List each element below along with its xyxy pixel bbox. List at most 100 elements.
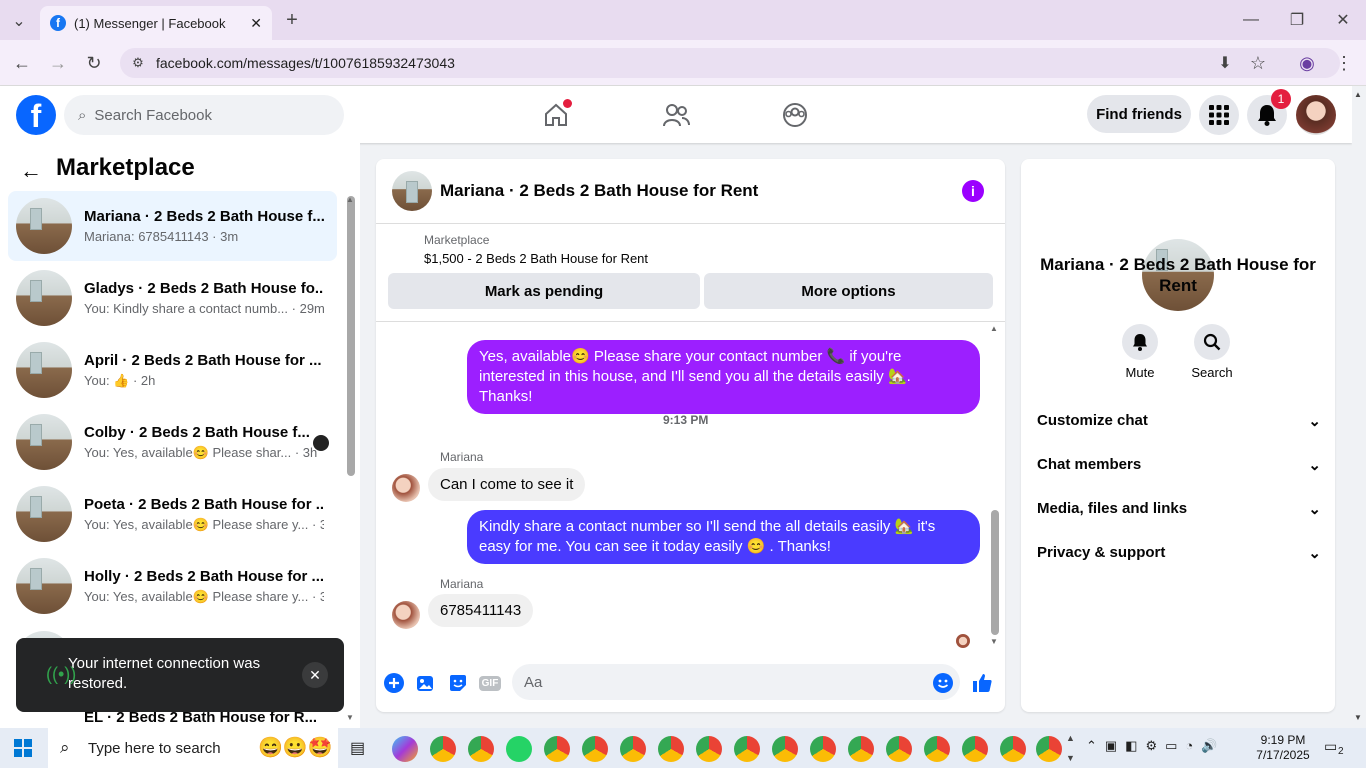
emoji-search-highlight-icon[interactable]: 😄😀🤩 bbox=[258, 735, 333, 760]
conversation-name: Colby · 2 Beds 2 Bath House f... bbox=[84, 423, 310, 441]
scroll-down-arrow-icon[interactable]: ▼ bbox=[346, 713, 354, 722]
site-info-icon[interactable]: ⚙ bbox=[128, 53, 148, 73]
chrome-window-icon[interactable] bbox=[1000, 736, 1026, 762]
thumbs-up-icon[interactable] bbox=[971, 672, 993, 694]
divider bbox=[376, 321, 1005, 322]
chat-title[interactable]: Mariana · 2 Beds 2 Bath House for Rent bbox=[440, 181, 758, 201]
chrome-window-icon[interactable] bbox=[468, 736, 494, 762]
customize-chat-row[interactable]: Customize chat ⌄ bbox=[1037, 412, 1321, 430]
groups-icon[interactable] bbox=[780, 100, 810, 130]
friends-icon[interactable] bbox=[661, 100, 691, 130]
page-scrollbar[interactable] bbox=[1352, 86, 1366, 728]
whatsapp-icon[interactable] bbox=[506, 736, 532, 762]
system-tray-icons[interactable]: ⌃▣◧⚙▭◔🔊 bbox=[1086, 738, 1225, 754]
chat-scroll-down-icon[interactable]: ▼ bbox=[990, 637, 998, 646]
incoming-message[interactable]: 6785411143 bbox=[428, 594, 534, 627]
chrome-window-icon[interactable] bbox=[810, 736, 836, 762]
media-files-links-row[interactable]: Media, files and links ⌄ bbox=[1037, 500, 1321, 518]
notification-center-icon[interactable]: ▭ bbox=[1324, 738, 1337, 755]
message-input[interactable]: Aa bbox=[512, 664, 960, 700]
new-tab-icon[interactable]: + bbox=[282, 9, 302, 31]
back-arrow-icon[interactable]: ← bbox=[20, 158, 42, 184]
outgoing-message[interactable]: Kindly share a contact number so I'll se… bbox=[467, 510, 980, 564]
search-in-chat-icon[interactable] bbox=[1194, 324, 1230, 360]
back-icon[interactable]: ← bbox=[10, 52, 34, 74]
listing-title-price[interactable]: $1,500 - 2 Beds 2 Bath House for Rent bbox=[424, 251, 648, 266]
chat-scroll-up-icon[interactable]: ▲ bbox=[990, 324, 998, 333]
bookmark-star-icon[interactable]: ☆ bbox=[1247, 52, 1269, 74]
details-title: Mariana · 2 Beds 2 Bath House for Rent bbox=[1040, 255, 1316, 295]
conversation-info-icon[interactable]: i bbox=[962, 180, 984, 202]
chrome-window-icon[interactable] bbox=[620, 736, 646, 762]
chrome-window-icon[interactable] bbox=[772, 736, 798, 762]
minimize-icon[interactable]: — bbox=[1240, 9, 1262, 31]
conversation-item[interactable]: Colby · 2 Beds 2 Bath House f... You: Yes… bbox=[8, 407, 337, 477]
facebook-search-input[interactable]: ⌕ Search Facebook bbox=[64, 95, 344, 135]
conversation-item[interactable]: Gladys · 2 Beds 2 Bath House fo... You: K… bbox=[8, 263, 337, 333]
more-options-button[interactable]: More options bbox=[704, 273, 993, 309]
mark-as-pending-button[interactable]: Mark as pending bbox=[388, 273, 700, 309]
account-avatar[interactable] bbox=[1296, 95, 1336, 135]
tab-close-icon[interactable]: ✕ bbox=[250, 15, 262, 32]
chrome-window-icon[interactable] bbox=[924, 736, 950, 762]
task-view-icon[interactable]: ▤ bbox=[350, 738, 365, 758]
chat-members-row[interactable]: Chat members ⌄ bbox=[1037, 456, 1321, 474]
clock-time: 9:19 PM bbox=[1260, 733, 1306, 747]
url-bar[interactable]: facebook.com/messages/t/1007618593247304… bbox=[120, 48, 1340, 78]
profile-icon[interactable]: ◉ bbox=[1296, 52, 1318, 74]
chrome-window-icon[interactable] bbox=[734, 736, 760, 762]
gif-icon[interactable]: GIF bbox=[478, 672, 502, 694]
row-label: Privacy & support bbox=[1037, 544, 1166, 561]
emoji-icon[interactable] bbox=[932, 672, 954, 694]
install-app-icon[interactable]: ⬇ bbox=[1214, 52, 1236, 74]
forward-icon[interactable]: → bbox=[46, 52, 70, 74]
incoming-message[interactable]: Can I come to see it bbox=[428, 468, 586, 501]
chrome-window-icon[interactable] bbox=[848, 736, 874, 762]
chrome-window-icon[interactable] bbox=[658, 736, 684, 762]
chrome-window-icon[interactable] bbox=[696, 736, 722, 762]
conversation-item[interactable]: Poeta · 2 Beds 2 Bath House for ... You: … bbox=[8, 479, 337, 549]
chrome-window-icon[interactable] bbox=[544, 736, 570, 762]
sender-avatar[interactable] bbox=[392, 474, 420, 502]
facebook-logo-icon[interactable]: f bbox=[16, 95, 56, 135]
chrome-window-icon[interactable] bbox=[1036, 736, 1062, 762]
chrome-window-icon[interactable] bbox=[886, 736, 912, 762]
listing-thumbnail bbox=[16, 270, 72, 326]
home-new-dot bbox=[563, 99, 572, 108]
restore-icon[interactable]: ❐ bbox=[1286, 9, 1308, 31]
window-close-icon[interactable]: ✕ bbox=[1332, 9, 1354, 31]
tab-title: (1) Messenger | Facebook bbox=[74, 15, 226, 31]
chevron-down-icon: ⌄ bbox=[1308, 545, 1321, 562]
taskbar-overflow-icon[interactable]: ▲ ▼ bbox=[1066, 728, 1075, 768]
mute-bell-icon[interactable] bbox=[1122, 324, 1158, 360]
conversation-item[interactable]: Holly · 2 Beds 2 Bath House for ... You: … bbox=[8, 551, 337, 621]
taskbar-clock[interactable]: 9:19 PM 7/17/2025 bbox=[1252, 733, 1314, 763]
chrome-app-icon[interactable] bbox=[430, 736, 456, 762]
page-scroll-up-icon[interactable]: ▲ bbox=[1354, 90, 1362, 99]
chrome-window-icon[interactable] bbox=[962, 736, 988, 762]
scroll-up-arrow-icon[interactable]: ▲ bbox=[346, 195, 354, 204]
chat-scrollbar[interactable] bbox=[991, 510, 999, 635]
conversation-list-scrollbar[interactable] bbox=[347, 196, 355, 476]
menu-grid-icon[interactable] bbox=[1199, 95, 1239, 135]
conversation-item[interactable]: April · 2 Beds 2 Bath House for ... You: … bbox=[8, 335, 337, 405]
chrome-menu-icon[interactable]: ⋮ bbox=[1335, 52, 1353, 74]
conversation-item[interactable]: Mariana · 2 Beds 2 Bath House f... Marian… bbox=[8, 191, 337, 261]
tab-search-icon[interactable]: ⌄ bbox=[8, 10, 30, 32]
outgoing-message[interactable]: Yes, available😊 Please share your contac… bbox=[467, 340, 980, 414]
find-friends-button[interactable]: Find friends bbox=[1087, 95, 1191, 133]
more-actions-plus-icon[interactable] bbox=[383, 672, 405, 694]
sender-avatar[interactable] bbox=[392, 601, 420, 629]
chat-listing-avatar[interactable] bbox=[392, 171, 432, 211]
chrome-window-icon[interactable] bbox=[582, 736, 608, 762]
copilot-icon[interactable] bbox=[392, 736, 418, 762]
reload-icon[interactable]: ↻ bbox=[82, 52, 106, 74]
sticker-icon[interactable] bbox=[447, 672, 469, 694]
conversation-preview: Mariana: 6785411143 · 3m bbox=[84, 229, 239, 244]
attach-photo-icon[interactable] bbox=[415, 672, 437, 694]
page-scroll-down-icon[interactable]: ▼ bbox=[1354, 713, 1362, 722]
windows-start-icon[interactable] bbox=[14, 739, 32, 757]
privacy-support-row[interactable]: Privacy & support ⌄ bbox=[1037, 544, 1321, 562]
toast-close-button[interactable]: ✕ bbox=[302, 662, 328, 688]
browser-tab[interactable]: f (1) Messenger | Facebook ✕ bbox=[40, 6, 272, 40]
